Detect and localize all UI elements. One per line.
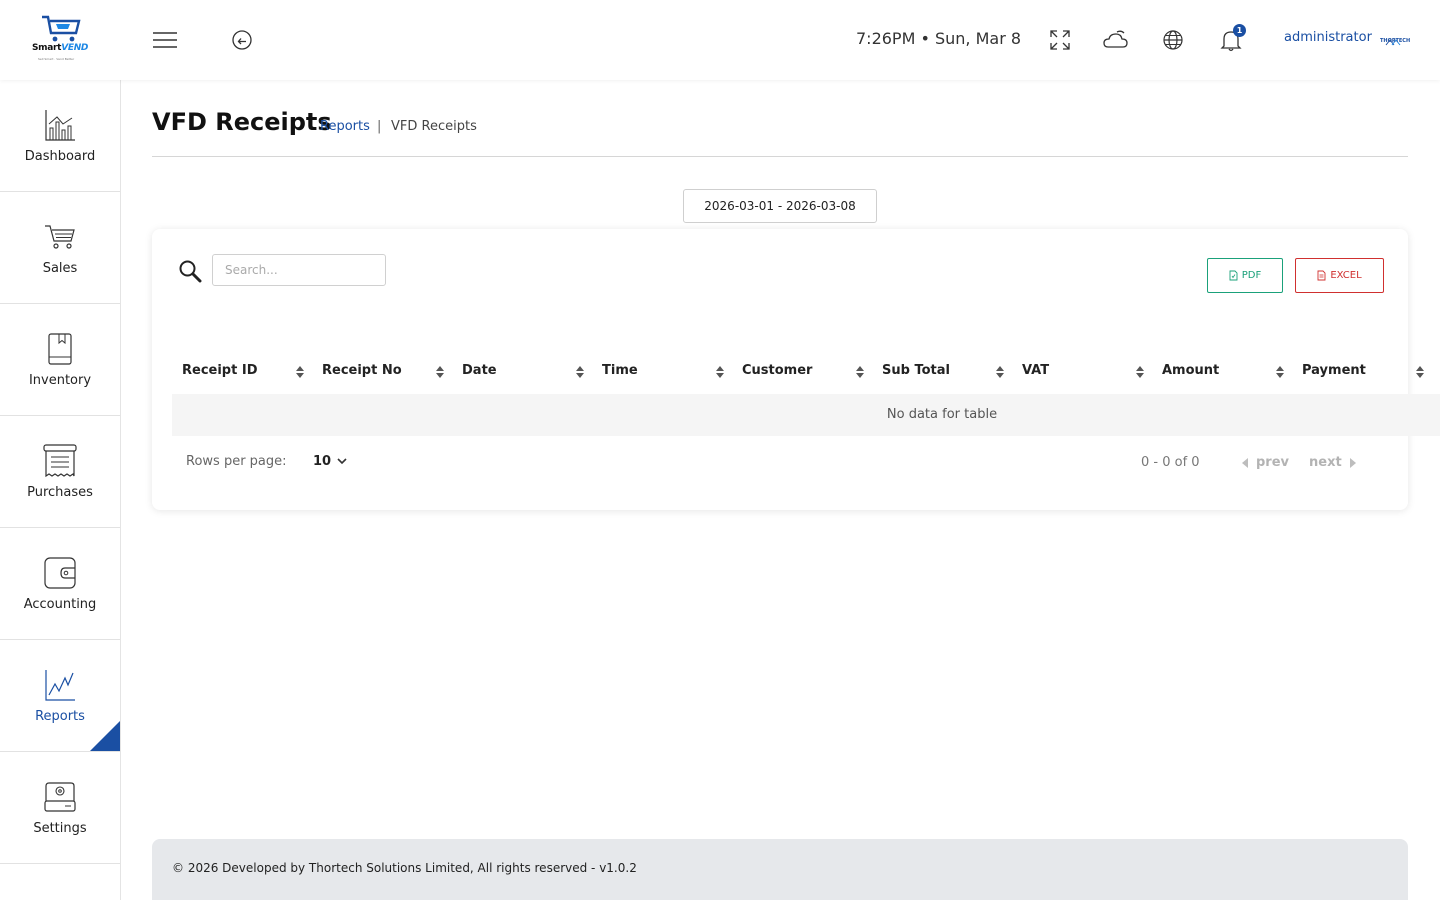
caret-right-icon bbox=[1349, 457, 1356, 468]
sidebar-item-label: Settings bbox=[33, 821, 87, 836]
rows-per-page-select[interactable]: 10 bbox=[313, 454, 347, 469]
column-header-vat[interactable]: VAT bbox=[1012, 350, 1152, 394]
back-circle-icon bbox=[232, 30, 252, 50]
caret-left-icon bbox=[1242, 457, 1248, 468]
sidebar-item-label: Accounting bbox=[23, 597, 97, 612]
page-title: VFD Receipts bbox=[152, 108, 332, 136]
column-header-date[interactable]: Date bbox=[452, 350, 592, 394]
search-input[interactable] bbox=[212, 254, 386, 286]
empty-table-message: No data for table bbox=[886, 407, 998, 422]
column-header-customer[interactable]: Customer bbox=[732, 350, 872, 394]
file-pdf-icon bbox=[1229, 270, 1238, 281]
sort-icon bbox=[576, 366, 584, 378]
line-chart-icon bbox=[43, 667, 77, 703]
sort-icon bbox=[856, 366, 864, 378]
clock-display: 7:26PM • Sun, Mar 8 bbox=[856, 29, 1022, 48]
expand-icon bbox=[1050, 30, 1070, 50]
next-page-button[interactable]: next bbox=[1309, 455, 1356, 470]
user-menu[interactable]: administrator bbox=[1284, 30, 1372, 45]
cart-logo-icon bbox=[42, 15, 81, 42]
sidebar-item-reports[interactable]: Reports bbox=[0, 640, 120, 752]
column-header-receipt-no[interactable]: Receipt No bbox=[312, 350, 452, 394]
breadcrumb-current: VFD Receipts bbox=[391, 119, 477, 134]
cloud-moon-icon bbox=[1103, 30, 1128, 48]
search-icon[interactable] bbox=[178, 259, 202, 283]
next-label: next bbox=[1309, 455, 1342, 470]
sort-icon bbox=[1416, 366, 1424, 378]
chart-bar-icon bbox=[43, 107, 77, 143]
top-bar: SmartVEND Sell Smart · Vend Better 7:26P… bbox=[0, 0, 1440, 80]
sidebar-item-accounting[interactable]: Accounting bbox=[0, 528, 120, 640]
column-header-payment[interactable]: Payment bbox=[1292, 350, 1432, 394]
logo-tagline: Sell Smart · Vend Better bbox=[38, 57, 75, 61]
export-pdf-button[interactable]: PDF bbox=[1207, 258, 1283, 293]
prev-page-button[interactable]: prev bbox=[1242, 455, 1289, 470]
sidebar-item-dashboard[interactable]: Dashboard bbox=[0, 80, 120, 192]
settings-drive-icon bbox=[43, 779, 77, 815]
file-excel-icon bbox=[1317, 270, 1326, 281]
title-divider bbox=[152, 156, 1408, 157]
sidebar-item-purchases[interactable]: Purchases bbox=[0, 416, 120, 528]
prev-label: prev bbox=[1256, 455, 1290, 470]
sidebar: Dashboard Sales Inventory Purchases Acco… bbox=[0, 80, 121, 900]
language-button[interactable] bbox=[1159, 26, 1187, 54]
menu-toggle-button[interactable] bbox=[150, 26, 180, 54]
sort-icon bbox=[1136, 366, 1144, 378]
export-pdf-label: PDF bbox=[1241, 270, 1262, 281]
sort-icon bbox=[296, 366, 304, 378]
sort-icon bbox=[1276, 366, 1284, 378]
date-range-picker[interactable]: 2026-03-01 - 2026-03-08 bbox=[683, 189, 877, 223]
book-icon bbox=[43, 331, 77, 367]
sort-icon bbox=[716, 366, 724, 378]
company-logo: THORTECH bbox=[1380, 32, 1416, 48]
notification-badge: 1 bbox=[1233, 24, 1246, 37]
pagination-range: 0 - 0 of 0 bbox=[1141, 455, 1200, 470]
breadcrumb-reports-link[interactable]: Reports bbox=[320, 119, 370, 134]
sidebar-item-inventory[interactable]: Inventory bbox=[0, 304, 120, 416]
globe-icon bbox=[1163, 30, 1183, 50]
sidebar-item-label: Inventory bbox=[28, 373, 92, 388]
notifications-button[interactable]: 1 bbox=[1217, 24, 1246, 54]
page-footer: © 2026 Developed by Thortech Solutions L… bbox=[152, 839, 1408, 900]
receipt-icon bbox=[43, 443, 77, 479]
fullscreen-button[interactable] bbox=[1046, 26, 1074, 54]
sidebar-item-label: Dashboard bbox=[24, 149, 96, 164]
sidebar-item-label: Reports bbox=[35, 709, 85, 724]
hamburger-icon bbox=[153, 32, 177, 48]
back-button[interactable] bbox=[228, 26, 256, 54]
sort-icon bbox=[436, 366, 444, 378]
sidebar-item-sales[interactable]: Sales bbox=[0, 192, 120, 304]
export-excel-button[interactable]: EXCEL bbox=[1295, 258, 1384, 293]
column-header-amount[interactable]: Amount bbox=[1152, 350, 1292, 394]
column-header-time[interactable]: Time bbox=[592, 350, 732, 394]
sidebar-item-label: Purchases bbox=[27, 485, 93, 500]
breadcrumb-separator: | bbox=[377, 119, 382, 134]
footer-text: © 2026 Developed by Thortech Solutions L… bbox=[172, 861, 637, 875]
company-logo-text: THORTECH bbox=[1380, 38, 1411, 44]
table-empty-row: No data for table bbox=[172, 394, 1440, 436]
shopping-cart-icon bbox=[43, 219, 77, 255]
active-indicator bbox=[90, 721, 120, 751]
sidebar-item-settings[interactable]: Settings bbox=[0, 752, 120, 864]
smartvend-logo[interactable]: SmartVEND Sell Smart · Vend Better bbox=[30, 13, 90, 65]
column-header-sub-total[interactable]: Sub Total bbox=[872, 350, 1012, 394]
export-excel-label: EXCEL bbox=[1330, 270, 1362, 281]
wallet-icon bbox=[43, 555, 77, 591]
chevron-down-icon bbox=[337, 458, 347, 465]
rows-per-page-value: 10 bbox=[313, 454, 332, 469]
table-header: Receipt ID Receipt No Date Time Customer… bbox=[172, 350, 1440, 394]
sort-icon bbox=[996, 366, 1004, 378]
logo-wordmark: SmartVEND bbox=[32, 43, 89, 53]
sidebar-item-label: Sales bbox=[42, 261, 78, 276]
weather-button[interactable] bbox=[1101, 26, 1131, 54]
rows-per-page-label: Rows per page: bbox=[186, 454, 287, 469]
column-header-receipt-id[interactable]: Receipt ID bbox=[172, 350, 312, 394]
